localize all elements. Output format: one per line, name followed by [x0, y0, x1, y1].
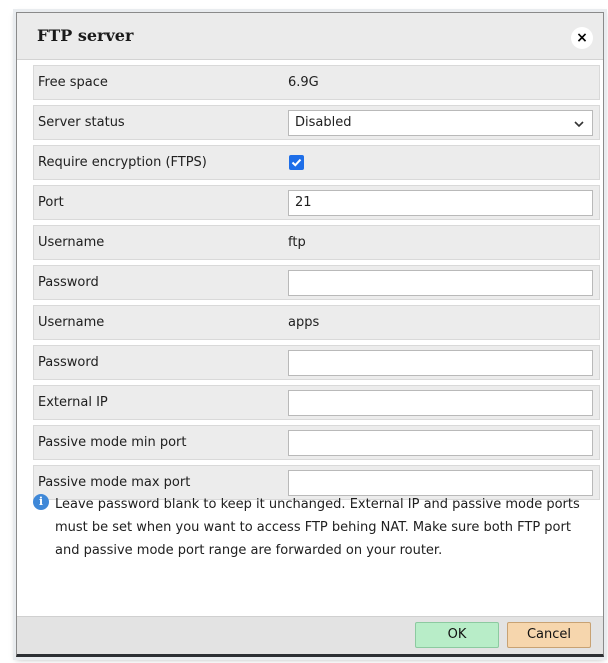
require-encryption-row: Require encryption (FTPS): [33, 145, 600, 180]
require-encryption-checkbox[interactable]: [289, 155, 304, 170]
free-space-value: 6.9G: [288, 75, 319, 90]
server-status-select[interactable]: Disabled: [288, 110, 593, 136]
dialog-titlebar: FTP server ×: [17, 13, 603, 60]
free-space-row: Free space 6.9G: [33, 65, 600, 100]
password-ftp-row: Password: [33, 265, 600, 300]
server-status-label: Server status: [38, 115, 125, 130]
cancel-button[interactable]: Cancel: [507, 622, 591, 648]
username-apps-row: Username apps: [33, 305, 600, 340]
server-status-selected-value: Disabled: [295, 115, 352, 130]
dialog-title: FTP server: [37, 26, 134, 45]
password-ftp-input[interactable]: [288, 270, 593, 296]
username-ftp-value: ftp: [288, 235, 306, 250]
external-ip-input[interactable]: [288, 390, 593, 416]
require-encryption-label: Require encryption (FTPS): [38, 155, 207, 170]
password-apps-label: Password: [38, 355, 99, 370]
port-label: Port: [38, 195, 64, 210]
external-ip-label: External IP: [38, 395, 108, 410]
chevron-down-icon: [574, 111, 584, 135]
screen: FTP server × Free space 6.9G Server stat…: [0, 0, 608, 663]
username-apps-label: Username: [38, 315, 105, 330]
dialog-footer: OK Cancel: [17, 616, 603, 654]
password-ftp-label: Password: [38, 275, 99, 290]
username-ftp-row: Username ftp: [33, 225, 600, 260]
close-icon[interactable]: ×: [571, 27, 593, 49]
username-ftp-label: Username: [38, 235, 105, 250]
info-icon: i: [33, 494, 49, 510]
username-apps-value: apps: [288, 315, 320, 330]
settings-form: Free space 6.9G Server status Disabled R…: [33, 65, 600, 505]
ok-button[interactable]: OK: [415, 622, 499, 648]
checkmark-icon: [291, 158, 302, 167]
external-ip-row: External IP: [33, 385, 600, 420]
info-note-text: Leave password blank to keep it unchange…: [55, 497, 580, 558]
ftp-server-dialog: FTP server × Free space 6.9G Server stat…: [16, 12, 604, 657]
info-note: i Leave password blank to keep it unchan…: [33, 493, 593, 562]
password-apps-row: Password: [33, 345, 600, 380]
passive-min-port-input[interactable]: [288, 430, 593, 456]
free-space-label: Free space: [38, 75, 108, 90]
passive-min-port-row: Passive mode min port: [33, 425, 600, 460]
server-status-row: Server status Disabled: [33, 105, 600, 140]
port-row: Port 21: [33, 185, 600, 220]
passive-min-port-label: Passive mode min port: [38, 435, 187, 450]
port-input[interactable]: 21: [288, 190, 593, 216]
password-apps-input[interactable]: [288, 350, 593, 376]
